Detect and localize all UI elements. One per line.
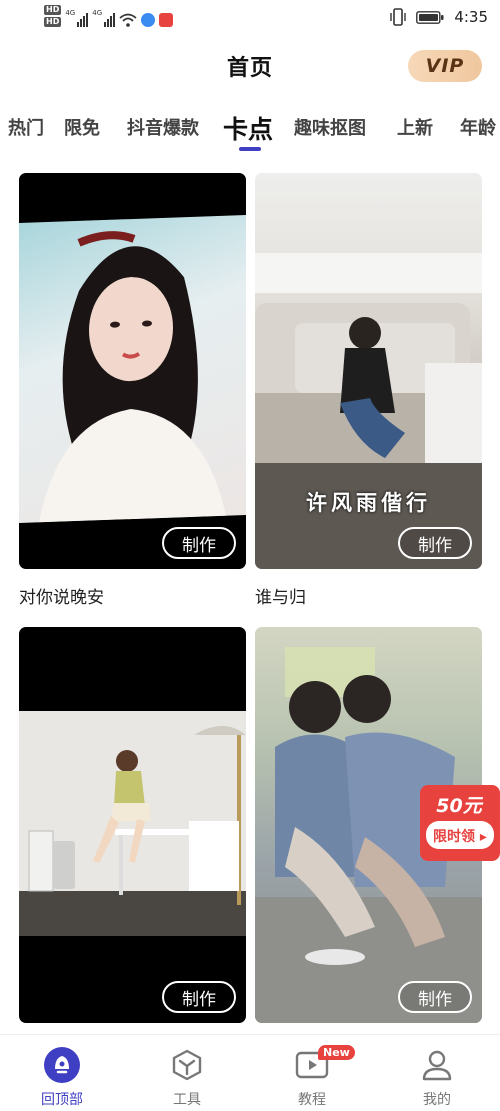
coupon-action-label: 限时领: [433, 829, 476, 845]
hd-badge: HD: [44, 5, 62, 15]
tab-hot[interactable]: 热门: [8, 114, 44, 140]
tab-new[interactable]: 上新: [397, 114, 433, 140]
template-card[interactable]: 许风雨偕行 制作: [255, 173, 482, 569]
nav-profile[interactable]: 我的: [397, 1047, 477, 1109]
network-type: 4G: [65, 9, 76, 17]
clock: 4:35: [454, 8, 488, 26]
new-badge: New: [318, 1045, 355, 1060]
person-icon: [422, 1050, 452, 1081]
portrait-illustration: [39, 231, 226, 523]
status-left: HD HD 4G 4G: [44, 5, 174, 27]
tab-indicator: [239, 147, 261, 151]
template-thumbnail: [19, 711, 246, 936]
status-right: 4:35: [390, 8, 488, 26]
tab-cutout[interactable]: 趣味抠图: [294, 114, 366, 140]
nav-label: 我的: [423, 1092, 451, 1108]
tab-douyin[interactable]: 抖音爆款: [127, 114, 199, 140]
make-button[interactable]: 制作: [398, 981, 472, 1013]
nav-label: 回顶部: [41, 1092, 83, 1108]
make-button[interactable]: 制作: [398, 527, 472, 559]
nav-back-to-top[interactable]: 回顶部: [22, 1047, 102, 1109]
app-notification-icon: [159, 13, 174, 27]
nav-tutorial[interactable]: New 教程: [272, 1045, 355, 1109]
template-card[interactable]: 制作: [19, 627, 246, 1023]
promo-coupon[interactable]: 50元 限时领 ▸: [418, 783, 500, 863]
tab-beat-sync[interactable]: 卡点: [223, 110, 273, 146]
overlay-caption: 许风雨偕行: [306, 491, 431, 515]
vibrate-icon: [390, 8, 407, 26]
chevron-right-icon: ▸: [475, 829, 487, 845]
signal-icon: 4G: [92, 9, 116, 27]
template-title: 对你说晚安: [19, 588, 104, 608]
cube-icon: [172, 1049, 202, 1081]
signal-icon: 4G: [65, 9, 89, 27]
nav-label: 教程: [298, 1092, 326, 1108]
template-card[interactable]: 制作: [19, 173, 246, 569]
bottom-navigation: 回顶部 工具 New 教程 我的: [0, 1034, 500, 1111]
status-bar: HD HD 4G 4G 4:35: [0, 0, 500, 38]
coupon-amount: 50元: [436, 795, 482, 817]
header: 首页 VIP: [0, 44, 500, 92]
hd-indicators: HD HD: [44, 5, 62, 27]
make-button[interactable]: 制作: [162, 527, 236, 559]
back-to-top-icon: [44, 1047, 80, 1083]
template-title: 谁与归: [255, 588, 306, 608]
make-button[interactable]: 制作: [162, 981, 236, 1013]
template-thumbnail: [19, 215, 246, 523]
hd-badge: HD: [44, 17, 62, 27]
vip-button[interactable]: VIP: [408, 50, 482, 82]
tab-age[interactable]: 年龄: [460, 114, 496, 140]
network-type: 4G: [92, 9, 103, 17]
wifi-icon: [119, 13, 137, 27]
app-notification-icon: [141, 13, 156, 27]
battery-icon: [416, 10, 444, 24]
tab-free[interactable]: 限免: [64, 114, 100, 140]
coupon-action: 限时领 ▸: [426, 826, 494, 846]
nav-label: 工具: [173, 1092, 201, 1108]
nav-tools[interactable]: 工具: [147, 1047, 227, 1109]
